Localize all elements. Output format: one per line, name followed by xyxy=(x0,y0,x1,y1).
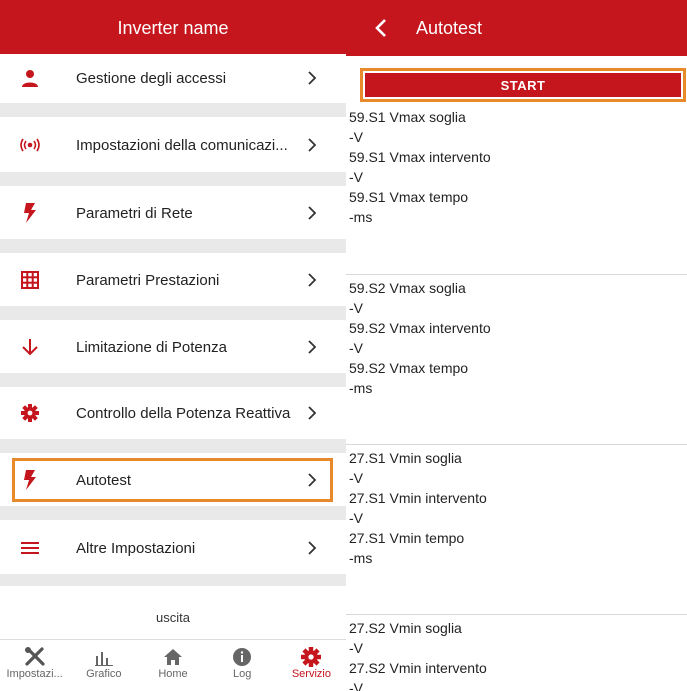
test-line: -V xyxy=(349,680,363,691)
tab-chart[interactable]: Grafico xyxy=(69,640,138,691)
autotest-title: Autotest xyxy=(416,17,483,38)
inverter-name-title: Inverter name xyxy=(117,17,229,38)
chevron-right-icon xyxy=(304,406,320,420)
bolt-icon xyxy=(16,203,44,223)
test-line: 59.S2 Vmax intervento xyxy=(349,320,491,336)
chevron-right-icon xyxy=(304,138,320,152)
test-line: 59.S1 Vmax tempo xyxy=(349,189,469,205)
menu-item-performance[interactable]: Parametri Prestazioni xyxy=(0,256,346,304)
divider xyxy=(346,614,687,615)
divider xyxy=(346,444,687,445)
grid-icon xyxy=(16,271,44,289)
separator xyxy=(0,506,346,520)
test-group-59-s2: 59.S2 Vmax soglia -V 59.S2 Vmax interven… xyxy=(346,278,687,398)
test-line: 27.S1 Vmin intervento xyxy=(349,490,487,506)
tab-label: Grafico xyxy=(86,668,122,680)
test-line: -V xyxy=(349,129,363,145)
chevron-right-icon xyxy=(304,541,320,555)
menu-item-grid-params[interactable]: Parametri di Rete xyxy=(0,189,346,237)
arrow-down-icon xyxy=(16,338,44,356)
separator xyxy=(0,172,346,186)
test-line: -V xyxy=(349,169,363,185)
back-arrow-icon[interactable] xyxy=(368,15,394,41)
tab-label: Home xyxy=(158,668,188,680)
tab-settings[interactable]: Impostazi... xyxy=(0,640,69,691)
tab-label: Impostazi... xyxy=(6,668,63,680)
test-line: 59.S1 Vmax soglia xyxy=(349,109,466,125)
chevron-right-icon xyxy=(304,273,320,287)
test-line: 27.S1 Vmin tempo xyxy=(349,530,465,546)
tools-icon xyxy=(23,646,47,668)
test-line: -V xyxy=(349,640,363,656)
test-group-27-s2: 27.S2 Vmin soglia -V 27.S2 Vmin interven… xyxy=(346,618,687,691)
separator xyxy=(0,306,346,320)
separator xyxy=(0,373,346,387)
test-line: 59.S1 Vmax intervento xyxy=(349,149,491,165)
settings-panel: Inverter name Gestione degli accessi Imp… xyxy=(0,0,346,691)
test-line: -V xyxy=(349,340,363,356)
info-icon xyxy=(232,646,252,668)
test-group-27-s1: 27.S1 Vmin soglia -V 27.S1 Vmin interven… xyxy=(346,448,687,568)
tab-service[interactable]: Servizio xyxy=(277,640,346,691)
tab-home[interactable]: Home xyxy=(138,640,207,691)
menu-item-communication[interactable]: Impostazioni della comunicazi... xyxy=(0,121,346,169)
menu-item-label: Parametri Prestazioni xyxy=(76,271,220,289)
menu-item-reactive-power[interactable]: Controllo della Potenza Reattiva xyxy=(0,389,346,437)
start-button[interactable]: START xyxy=(365,73,681,97)
separator xyxy=(0,574,346,586)
chevron-right-icon xyxy=(304,71,320,85)
menu-item-access[interactable]: Gestione degli accessi xyxy=(0,54,346,102)
chart-icon xyxy=(94,646,114,668)
menu-item-label: Limitazione di Potenza xyxy=(76,338,227,356)
test-line: -ms xyxy=(349,550,373,566)
test-line: -ms xyxy=(349,380,373,396)
gear-icon xyxy=(16,404,44,422)
gear-icon xyxy=(301,646,322,668)
menu-item-label: Impostazioni della comunicazi... xyxy=(76,136,288,154)
start-highlight-frame: START xyxy=(360,68,686,102)
chevron-right-icon xyxy=(304,340,320,354)
menu-item-other-settings[interactable]: Altre Impostazioni xyxy=(0,524,346,572)
menu-icon xyxy=(16,541,44,555)
home-icon xyxy=(163,646,183,668)
bottom-tab-bar: Impostazi... Grafico Home Log Servizio xyxy=(0,639,346,691)
test-line: 27.S2 Vmin intervento xyxy=(349,660,487,676)
test-line: 27.S1 Vmin soglia xyxy=(349,450,462,466)
test-group-59-s1: 59.S1 Vmax soglia -V 59.S1 Vmax interven… xyxy=(346,107,687,227)
right-header: Autotest xyxy=(346,0,687,56)
test-line: 59.S2 Vmax tempo xyxy=(349,360,469,376)
left-header: Inverter name xyxy=(0,0,346,56)
separator xyxy=(0,439,346,453)
menu-item-label: Parametri di Rete xyxy=(76,204,193,222)
autotest-panel: Autotest START 59.S1 Vmax soglia -V 59.S… xyxy=(346,0,687,691)
menu-item-label: Gestione degli accessi xyxy=(76,69,227,87)
separator xyxy=(0,103,346,117)
chevron-right-icon xyxy=(304,206,320,220)
signal-icon xyxy=(16,138,44,152)
tab-label: Log xyxy=(233,668,252,680)
person-icon xyxy=(16,69,44,87)
test-line: 27.S2 Vmin soglia xyxy=(349,620,462,636)
logout-button[interactable]: uscita xyxy=(0,610,346,625)
test-line: -V xyxy=(349,300,363,316)
autotest-highlight-frame xyxy=(12,458,333,502)
test-line: -V xyxy=(349,510,363,526)
tab-label: Servizio xyxy=(291,668,331,680)
test-line: -ms xyxy=(349,209,373,225)
tab-log[interactable]: Log xyxy=(208,640,277,691)
menu-item-label: Controllo della Potenza Reattiva xyxy=(76,404,291,422)
separator xyxy=(0,239,346,253)
test-line: -V xyxy=(349,470,363,486)
divider xyxy=(346,274,687,275)
menu-item-power-limit[interactable]: Limitazione di Potenza xyxy=(0,323,346,371)
menu-item-label: Altre Impostazioni xyxy=(76,539,196,557)
test-line: 59.S2 Vmax soglia xyxy=(349,280,466,296)
